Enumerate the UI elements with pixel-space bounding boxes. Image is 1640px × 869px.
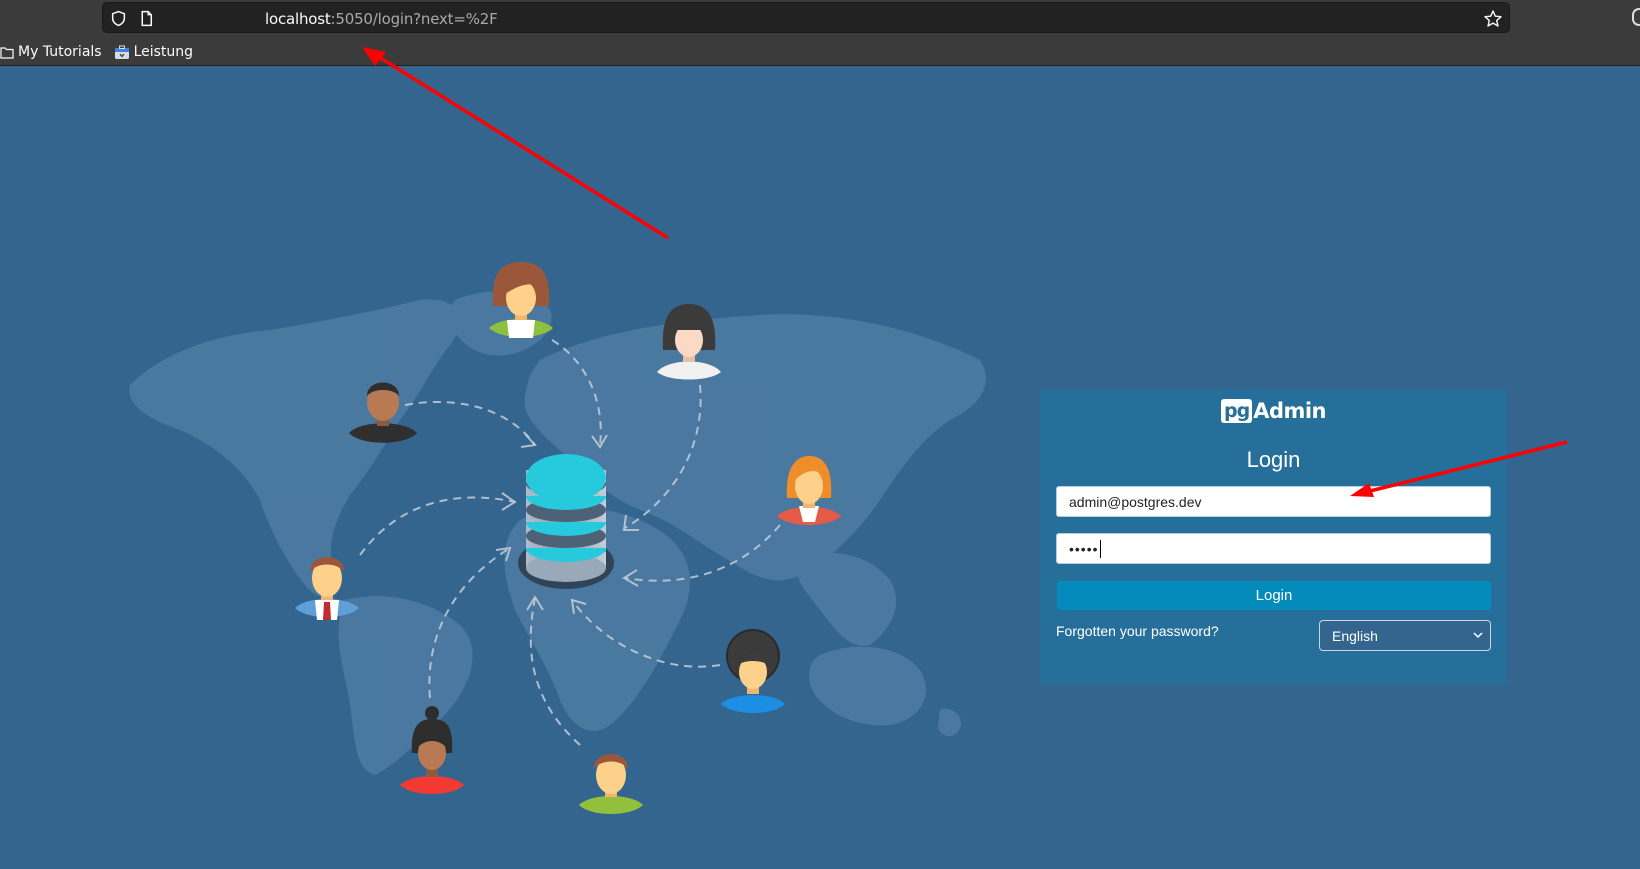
extension-icon[interactable]	[1632, 8, 1640, 26]
avatar-woman-black-hair	[657, 304, 721, 380]
url-path: :5050/login?next=%2F	[330, 10, 498, 28]
login-card: pg Admin Login admin@postgres.dev ••••• …	[1040, 389, 1507, 684]
bookmark-label: Leistung	[133, 44, 194, 60]
avatar-man-green-shirt	[579, 754, 643, 814]
south-america	[338, 596, 473, 775]
avatar-man-afro	[721, 629, 785, 713]
australia	[808, 646, 926, 726]
folder-icon	[0, 46, 14, 59]
india-seasia	[796, 552, 897, 646]
forgot-password-link[interactable]: Forgotten your password?	[1056, 623, 1219, 639]
email-field[interactable]: admin@postgres.dev	[1056, 486, 1491, 517]
briefcase-icon	[114, 45, 129, 59]
login-page: pg Admin Login admin@postgres.dev ••••• …	[0, 67, 1640, 869]
bookmark-star-icon[interactable]	[1483, 9, 1503, 29]
page-icon[interactable]	[138, 10, 155, 27]
language-select[interactable]: English	[1319, 620, 1491, 651]
language-selected-value: English	[1332, 627, 1378, 644]
email-value: admin@postgres.dev	[1069, 493, 1202, 510]
bookmarks-toolbar: My Tutorials Leistung	[0, 41, 205, 63]
logo-admin: Admin	[1253, 399, 1327, 423]
bookmark-leistung[interactable]: Leistung	[114, 44, 193, 60]
text-caret	[1099, 539, 1101, 558]
logo-pg: pg	[1220, 399, 1253, 423]
url-text[interactable]: localhost:5050/login?next=%2F	[265, 10, 498, 28]
new-zealand	[938, 708, 961, 737]
pgadmin-logo: pg Admin	[1040, 399, 1507, 423]
database-icon	[518, 454, 614, 589]
chevron-down-icon	[1473, 632, 1483, 639]
north-america	[129, 299, 460, 598]
login-title: Login	[1246, 447, 1301, 472]
bookmark-label: My Tutorials	[18, 44, 102, 60]
password-field[interactable]: •••••	[1056, 533, 1491, 564]
url-host: localhost	[265, 10, 331, 28]
password-value: •••••	[1069, 540, 1099, 557]
avatar-woman-brown-hair	[489, 262, 553, 338]
login-button[interactable]: Login	[1057, 581, 1491, 610]
connection-line	[404, 401, 536, 446]
url-bar[interactable]: localhost:5050/login?next=%2F	[102, 2, 1510, 33]
bookmark-my-tutorials[interactable]: My Tutorials	[0, 44, 102, 60]
shield-icon[interactable]	[110, 10, 127, 27]
browser-chrome: localhost:5050/login?next=%2F My Tutoria…	[0, 0, 1640, 66]
connection-line	[359, 496, 516, 556]
